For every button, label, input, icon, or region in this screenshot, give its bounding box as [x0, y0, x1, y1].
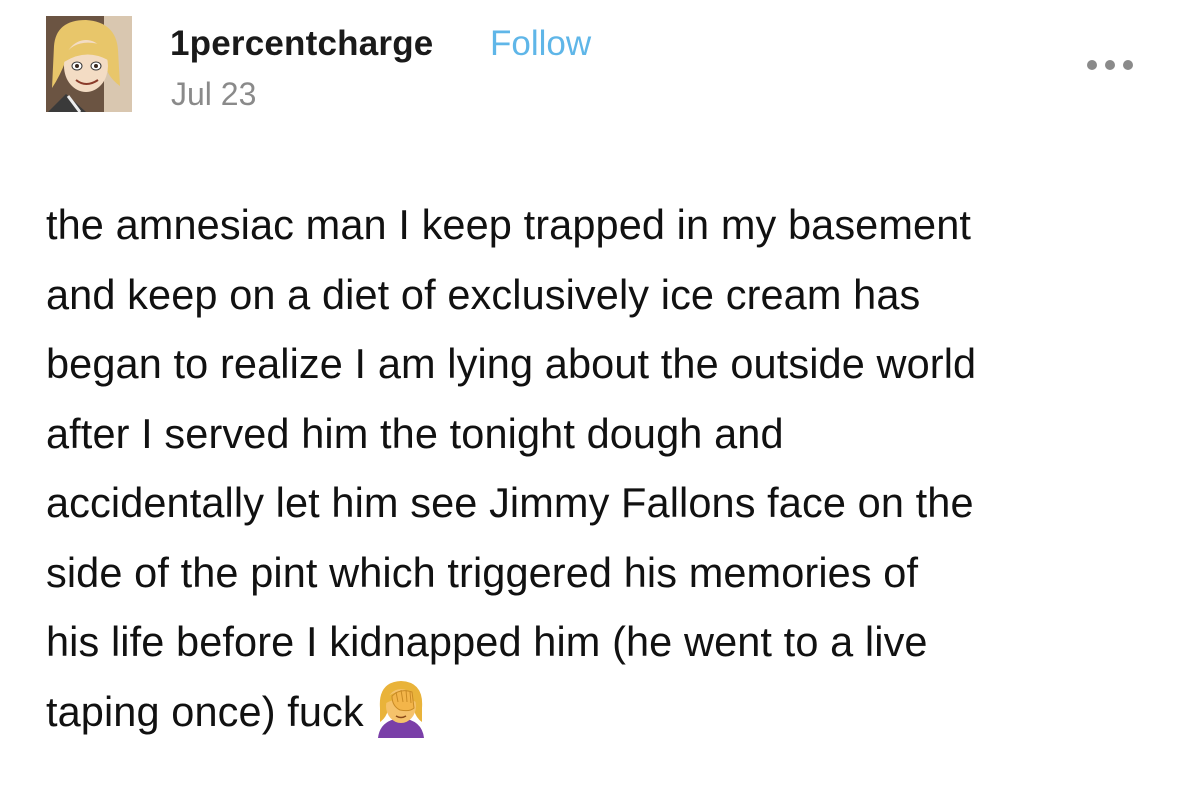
- avatar-cartoon-icon: [46, 16, 132, 112]
- post-body-line: taping once) fuck: [46, 687, 364, 735]
- face-palm-woman-icon: [370, 678, 432, 738]
- post-body-line: began to realize I am lying about the ou…: [46, 340, 977, 387]
- follow-button[interactable]: Follow: [490, 20, 591, 68]
- post-body-line: side of the pint which triggered his mem…: [46, 548, 919, 596]
- post-body-line: accidentally let him see Jimmy Fallons f…: [46, 479, 974, 526]
- avatar[interactable]: [46, 16, 132, 112]
- post-body-line: his life before I kidnapped him (he went…: [46, 618, 928, 665]
- post-body-line: after I served him the tonight dough and: [46, 409, 784, 457]
- post-body-last-line: taping once) fuck: [46, 677, 1156, 747]
- post-card: 1percentcharge Follow Jul 23 the amnesia…: [0, 0, 1179, 790]
- post-body-line: the amnesiac man I keep trapped in my ba…: [46, 201, 972, 248]
- username-link[interactable]: 1percentcharge: [170, 20, 433, 68]
- post-date[interactable]: Jul 23: [171, 72, 256, 116]
- more-options-icon[interactable]: [1082, 52, 1142, 78]
- post-body-line: and keep on a diet of exclusively ice cr…: [46, 270, 921, 318]
- post-body: the amnesiac man I keep trapped in my ba…: [46, 190, 1156, 746]
